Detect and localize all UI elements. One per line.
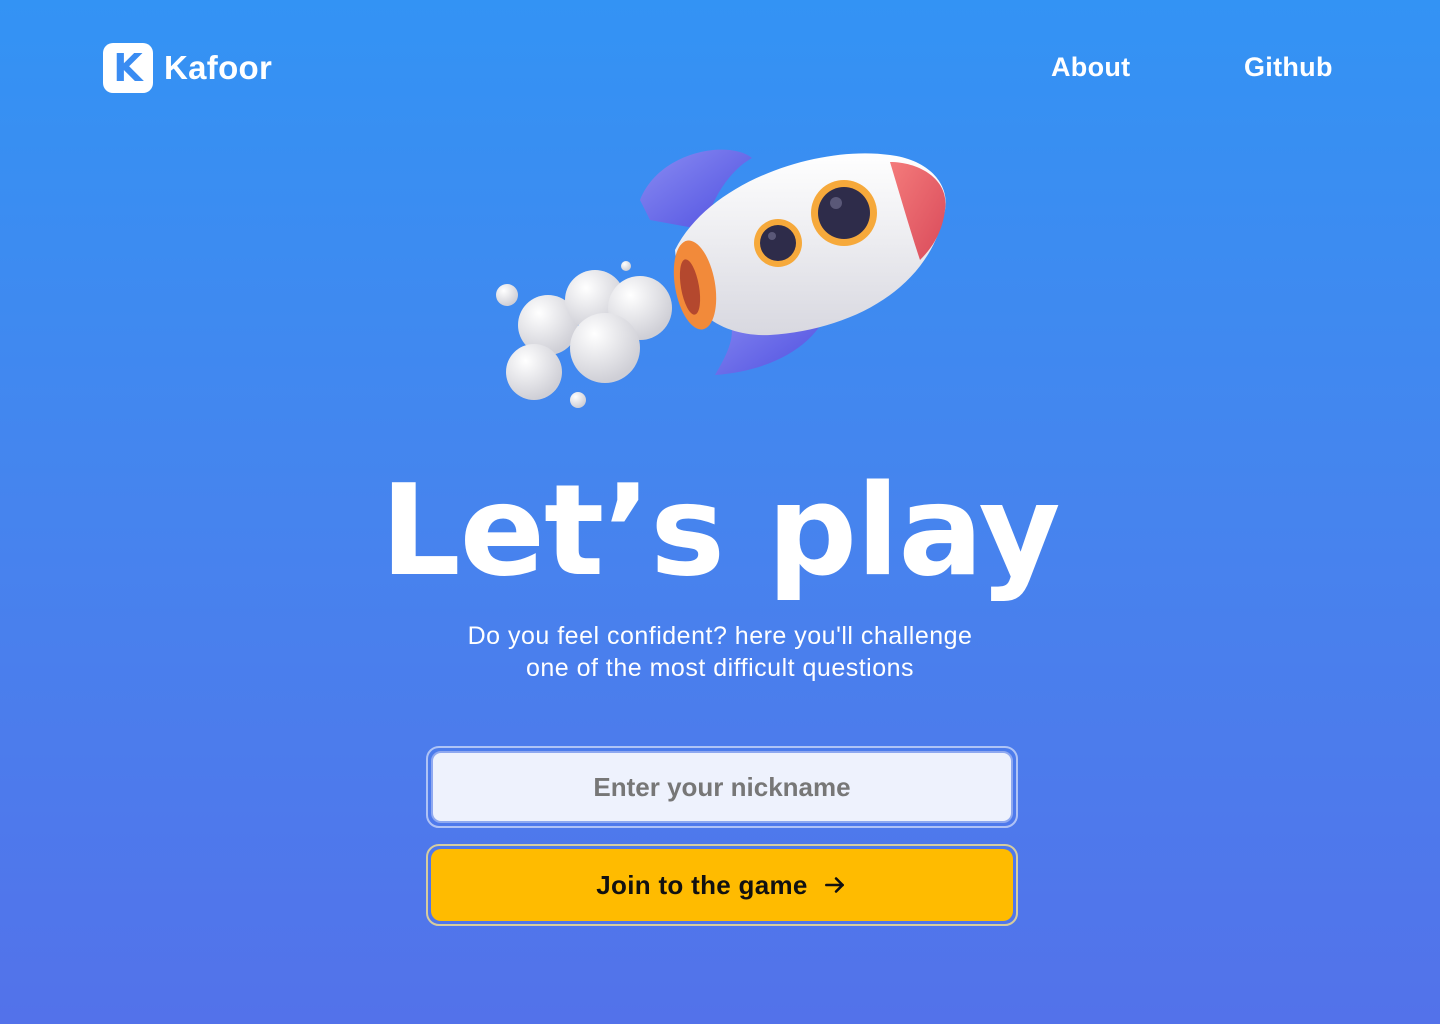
logo-mark-icon: K: [103, 43, 153, 93]
arrow-right-icon: [822, 872, 848, 898]
page-subtitle: Do you feel confident? here you'll chall…: [420, 620, 1020, 684]
logo[interactable]: K Kafoor: [103, 43, 272, 93]
join-game-button[interactable]: Join to the game: [431, 849, 1013, 921]
subtitle-line-1: Do you feel confident? here you'll chall…: [467, 622, 973, 650]
subtitle-line-2: one of the most difficult questions: [525, 654, 915, 682]
brand-name: Kafoor: [164, 49, 273, 86]
nav-github-link[interactable]: Github: [1244, 52, 1333, 83]
page-title: Let’s play: [380, 457, 1060, 604]
join-button-wrapper: Join to the game: [426, 844, 1018, 926]
nav-about-link[interactable]: About: [1051, 52, 1130, 83]
join-button-label: Join to the game: [596, 869, 808, 900]
rocket-icon: [496, 149, 946, 408]
nickname-input[interactable]: [431, 751, 1013, 823]
nickname-field-wrapper: [426, 746, 1018, 828]
